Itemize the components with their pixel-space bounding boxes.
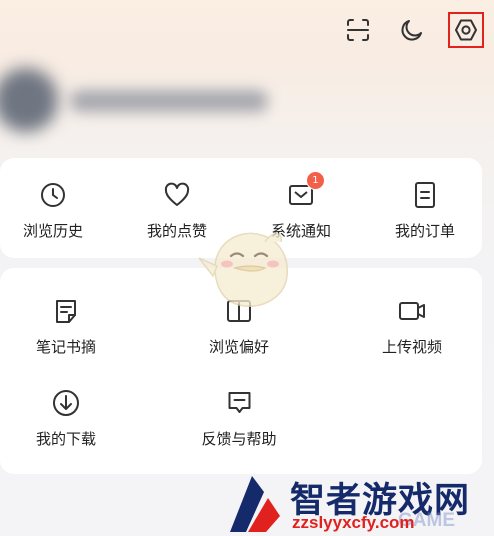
scan-button[interactable] xyxy=(340,12,376,48)
quick-action-orders[interactable]: 我的订单 xyxy=(395,180,455,241)
watermark: 智者游戏网 GAME zzslyyxcfy.com xyxy=(218,470,494,536)
feedback-icon xyxy=(227,392,250,413)
quick-action-label: 我的订单 xyxy=(394,222,456,240)
quick-action-history[interactable]: 浏览历史 xyxy=(23,180,83,241)
dark-mode-button[interactable] xyxy=(394,12,430,48)
heart-icon xyxy=(164,182,190,206)
tool-label: 上传视频 xyxy=(381,338,443,356)
watermark-logo xyxy=(230,476,280,532)
video-camera-icon xyxy=(398,302,425,320)
clock-icon xyxy=(40,183,65,207)
tool-notes[interactable]: 笔记书摘 xyxy=(36,296,96,357)
document-icon xyxy=(414,182,435,208)
settings-hexagon-icon xyxy=(455,19,477,41)
settings-button[interactable] xyxy=(448,12,484,48)
note-icon xyxy=(55,300,76,323)
top-bar xyxy=(340,12,484,48)
tool-upload-video[interactable]: 上传视频 xyxy=(382,296,442,357)
download-icon xyxy=(52,390,79,416)
tool-feedback[interactable]: 反馈与帮助 xyxy=(201,388,277,449)
moon-icon xyxy=(401,20,422,41)
avatar[interactable] xyxy=(0,68,58,132)
username-blurred xyxy=(70,90,268,112)
watermark-url: zzslyyxcfy.com xyxy=(292,513,415,532)
quick-action-label: 浏览历史 xyxy=(22,222,84,240)
notification-badge: 1 xyxy=(305,171,325,190)
profile-header[interactable] xyxy=(0,68,494,138)
tool-label: 反馈与帮助 xyxy=(201,430,277,448)
tool-label: 笔记书摘 xyxy=(35,338,97,356)
tool-label: 浏览偏好 xyxy=(208,338,270,356)
tool-label: 我的下载 xyxy=(35,430,97,448)
tool-downloads[interactable]: 我的下载 xyxy=(36,388,96,449)
scan-icon xyxy=(347,19,369,41)
mascot-illustration xyxy=(198,232,288,307)
